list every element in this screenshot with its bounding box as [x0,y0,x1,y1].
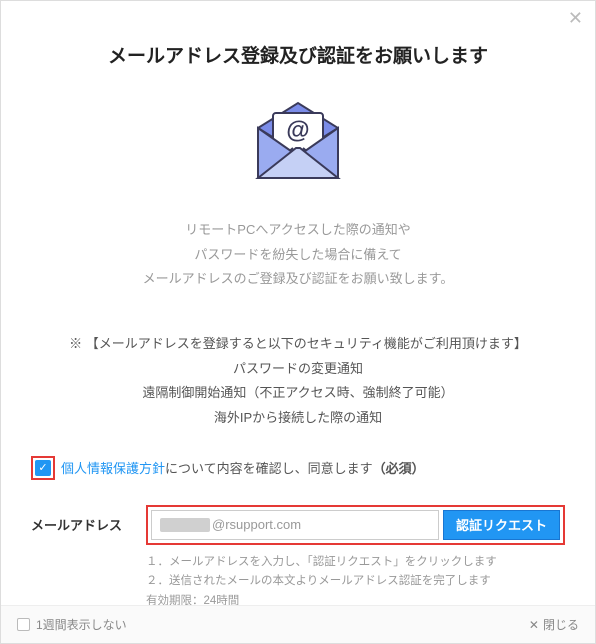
consent-text: 個人情報保護方針について内容を確認し、同意します（必須） [61,458,425,477]
modal-content: メールアドレス登録及び認証をお願いします @ リモートPCへアクセスした際の通知… [1,1,595,605]
verify-request-button[interactable]: 認証リクエスト [443,510,560,540]
envelope-icon: @ [31,98,565,188]
security-features: ※ 【メールアドレスを登録すると以下のセキュリティ機能がご利用頂けます】 パスワ… [31,332,565,431]
email-input-wrapper[interactable]: @rsupport.com [151,510,439,540]
close-icon[interactable]: ✕ [568,9,583,27]
modal-footer: 1週間表示しない ✕ 閉じる [1,605,595,643]
modal-title: メールアドレス登録及び認証をお願いします [31,41,565,68]
email-registration-modal: ✕ メールアドレス登録及び認証をお願いします @ リモートPCへアクセスした際の… [0,0,596,644]
svg-text:@: @ [286,117,309,144]
hide-week-option[interactable]: 1週間表示しない [17,616,127,633]
email-section: メールアドレス @rsupport.com 認証リクエスト １．メールアドレスを… [31,505,565,605]
consent-checkbox[interactable]: ✓ [35,460,51,476]
email-label: メールアドレス [31,505,126,534]
highlight-box: @rsupport.com 認証リクエスト [146,505,565,545]
hide-week-label: 1週間表示しない [36,616,127,633]
close-button[interactable]: ✕ 閉じる [529,616,579,633]
email-domain: @rsupport.com [212,517,301,532]
close-x-icon: ✕ [529,618,539,632]
hide-week-checkbox[interactable] [17,618,30,631]
consent-row: ✓ 個人情報保護方針について内容を確認し、同意します（必須） [31,456,565,480]
description-text: リモートPCへアクセスした際の通知や パスワードを紛失した場合に備えて メールア… [31,218,565,292]
redacted-text [160,518,210,532]
email-hints: １．メールアドレスを入力し、「認証リクエスト」をクリックします ２．送信されたメ… [146,553,565,605]
highlight-box: ✓ [31,456,55,480]
privacy-policy-link[interactable]: 個人情報保護方針 [61,461,165,476]
